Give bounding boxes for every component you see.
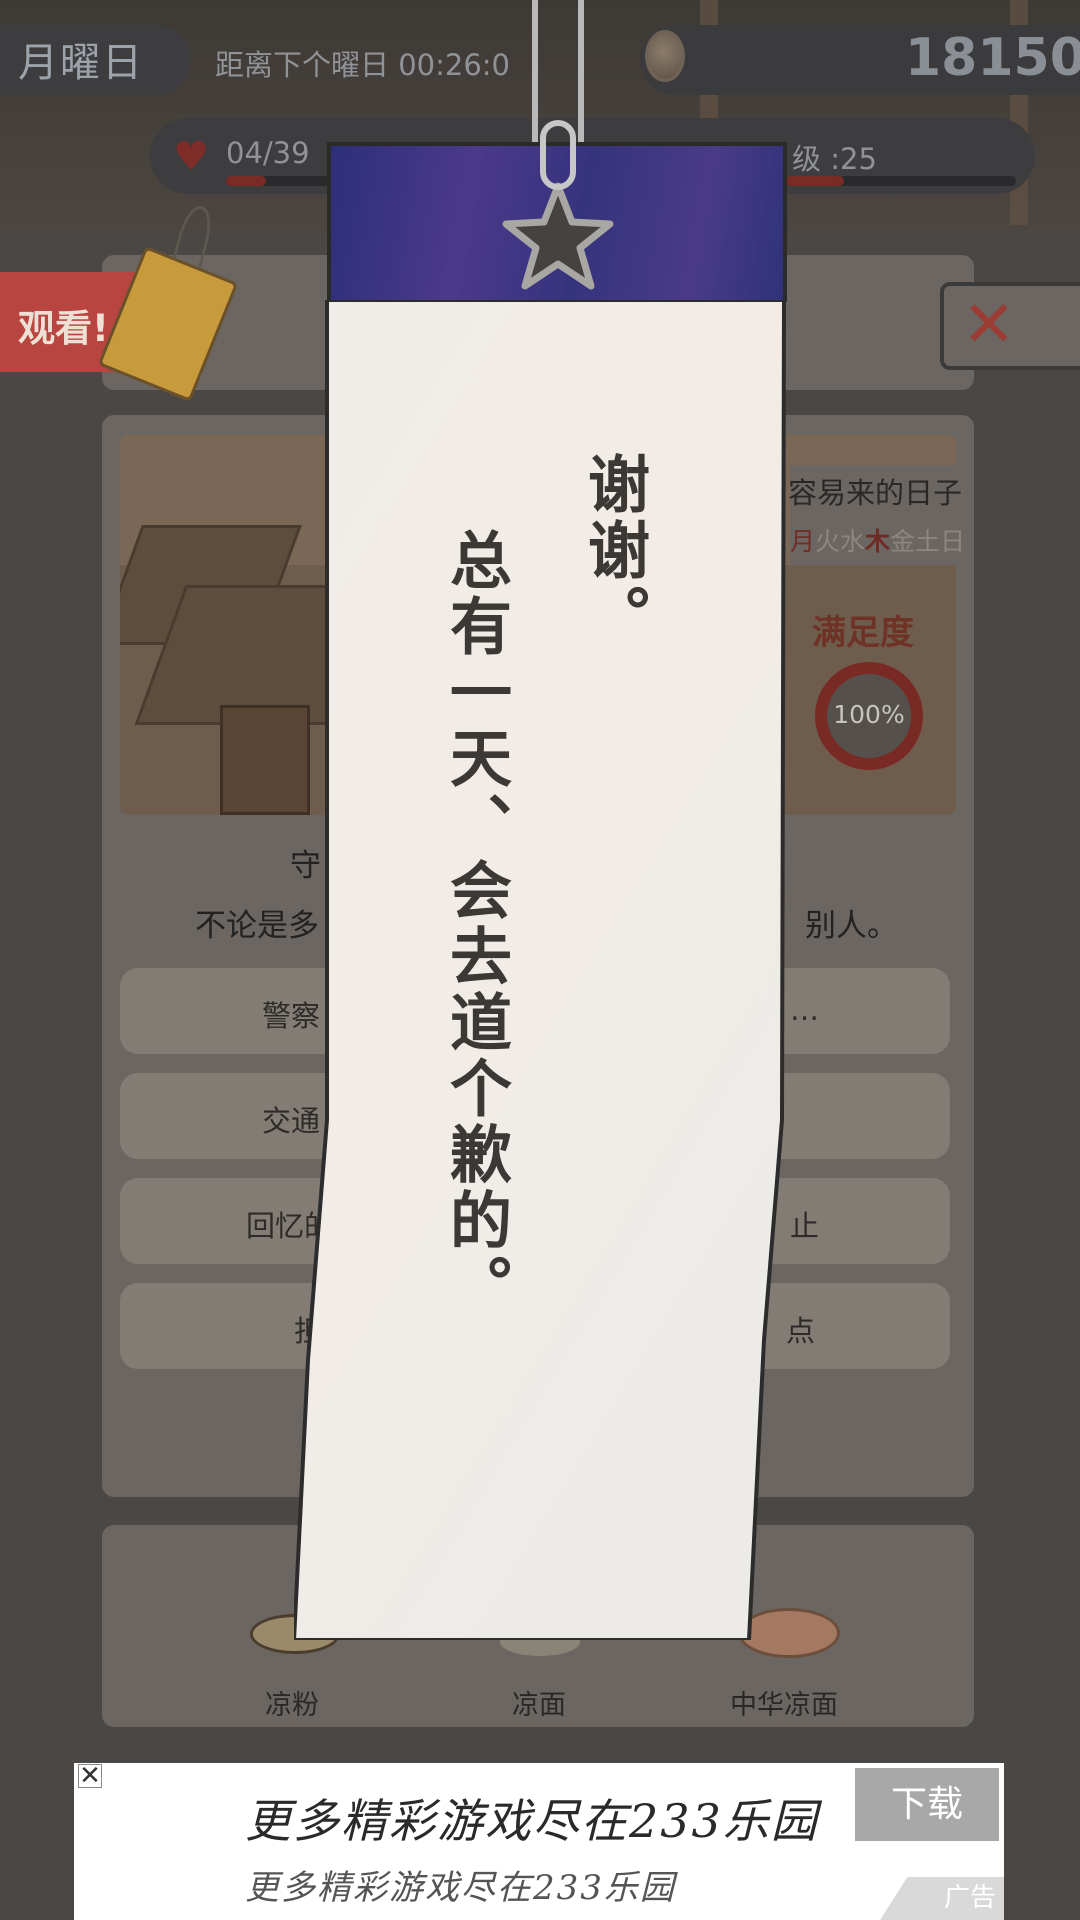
hearts-count: 04/39 — [226, 136, 310, 170]
weekday-row: 月火水木金土日 — [790, 522, 965, 558]
weekday-2: 水 — [840, 527, 866, 556]
option-3-label-right: 止 — [790, 1209, 820, 1243]
satisfaction-label: 满足度 — [812, 613, 914, 653]
watch-button-label: 观看! — [18, 307, 109, 350]
weekday-3: 木 — [865, 527, 891, 556]
ad-title: 更多精彩游戏尽在233乐园 — [245, 1794, 819, 1848]
tanzaku-line-right: 谢谢。 — [577, 452, 650, 650]
satisfaction-value: 100% — [833, 700, 905, 729]
shop-name: 容易来的日子 — [788, 476, 963, 510]
option-4-label-right: 点 — [786, 1314, 816, 1348]
heart-icon: ♥ — [173, 134, 209, 180]
current-day: 月曜日 — [18, 40, 144, 86]
tanzaku-paper — [294, 300, 787, 1640]
tanzaku-line-left: 总有一天、会去道个歉的。 — [439, 528, 512, 1320]
level-label: 级 :25 — [792, 142, 877, 176]
ad-side-left — [0, 1763, 74, 1920]
food-label-1: 凉粉 — [265, 1690, 319, 1721]
weekday-6: 日 — [940, 527, 966, 556]
ad-subtitle: 更多精彩游戏尽在233乐园 — [245, 1868, 676, 1908]
ad-side-right — [1004, 1763, 1080, 1920]
coin-count: 18150 — [905, 28, 1080, 88]
description-line-2-right: 别人。 — [805, 908, 898, 944]
star-icon — [502, 182, 614, 290]
hearts-progress-fill — [226, 176, 266, 186]
next-day-timer: 距离下个曜日 00:26:0 — [215, 48, 511, 82]
weekday-5: 土 — [915, 527, 941, 556]
ad-download-button[interactable]: 下载 — [855, 1768, 999, 1841]
hook-link — [540, 120, 576, 190]
food-label-3: 中华凉面 — [730, 1690, 838, 1721]
weekday-4: 金 — [890, 527, 916, 556]
option-1-label-right: … — [790, 993, 819, 1027]
weekday-0: 月 — [790, 527, 816, 556]
food-label-2: 凉面 — [512, 1690, 566, 1721]
coin-icon — [645, 30, 685, 82]
ad-close-icon[interactable]: ✕ — [78, 1763, 102, 1789]
close-icon[interactable]: ✕ — [962, 290, 1016, 360]
level-progress-fill — [786, 176, 844, 186]
weekday-1: 火 — [815, 527, 841, 556]
